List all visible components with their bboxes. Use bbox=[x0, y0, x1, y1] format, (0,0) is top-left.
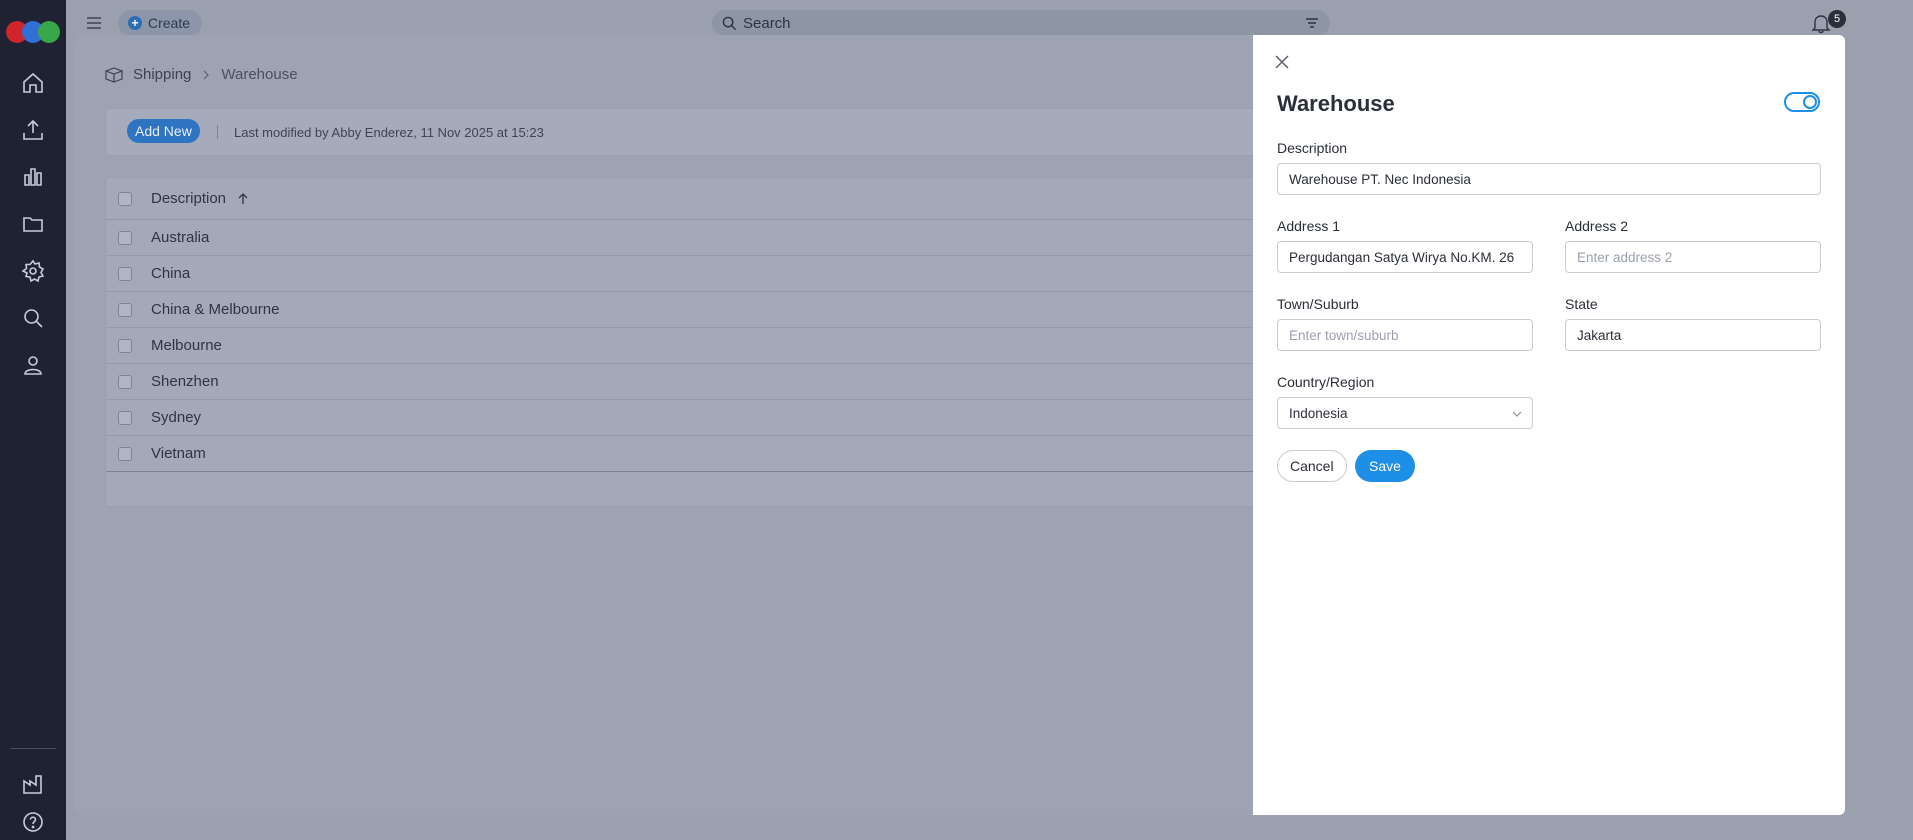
folder-icon[interactable] bbox=[19, 210, 47, 238]
dialog-title: Warehouse bbox=[1277, 91, 1395, 116]
search-input[interactable]: Search bbox=[712, 10, 1330, 36]
country-label: Country/Region bbox=[1277, 374, 1375, 390]
warehouse-table: Description Australia China China & Melb… bbox=[105, 177, 1335, 507]
description-field[interactable] bbox=[1277, 163, 1821, 195]
address1-field[interactable] bbox=[1277, 241, 1533, 273]
box-icon bbox=[105, 66, 123, 83]
app-logo[interactable] bbox=[6, 21, 60, 43]
breadcrumb-parent[interactable]: Shipping bbox=[133, 66, 191, 83]
gear-icon[interactable] bbox=[19, 257, 47, 285]
toolbar-divider bbox=[217, 125, 218, 139]
row-checkbox[interactable] bbox=[118, 230, 132, 245]
address2-field[interactable] bbox=[1565, 241, 1821, 273]
row-description: China bbox=[151, 265, 191, 282]
breadcrumb-current: Warehouse bbox=[221, 66, 298, 83]
address2-label: Address 2 bbox=[1565, 218, 1629, 234]
table-row[interactable]: Shenzhen bbox=[106, 364, 1334, 400]
nav-divider bbox=[10, 748, 56, 749]
filter-icon[interactable] bbox=[1304, 15, 1320, 31]
home-icon[interactable] bbox=[19, 69, 47, 97]
state-field[interactable] bbox=[1565, 319, 1821, 351]
description-label: Description bbox=[1277, 140, 1348, 156]
notification-badge: 5 bbox=[1828, 10, 1846, 28]
add-new-button[interactable]: Add New bbox=[127, 119, 200, 143]
upload-icon[interactable] bbox=[19, 116, 47, 144]
row-checkbox[interactable] bbox=[118, 374, 132, 389]
row-description: Sydney bbox=[151, 409, 202, 426]
search-placeholder: Search bbox=[743, 14, 791, 32]
state-label: State bbox=[1565, 296, 1598, 312]
search-icon[interactable] bbox=[19, 304, 47, 332]
chart-icon[interactable] bbox=[19, 163, 47, 191]
warehouse-dialog: Warehouse Description Address 1 Address … bbox=[1253, 35, 1845, 815]
help-icon[interactable] bbox=[19, 808, 47, 836]
row-description: Melbourne bbox=[151, 337, 222, 354]
breadcrumb: Shipping Warehouse bbox=[105, 66, 298, 83]
create-button[interactable]: + Create bbox=[118, 10, 203, 36]
row-checkbox[interactable] bbox=[118, 266, 132, 281]
cancel-button[interactable]: Cancel bbox=[1277, 450, 1347, 482]
address1-label: Address 1 bbox=[1277, 218, 1341, 234]
row-description: Australia bbox=[151, 229, 210, 246]
row-checkbox[interactable] bbox=[118, 410, 132, 425]
menu-icon[interactable] bbox=[84, 13, 104, 33]
create-label: Create bbox=[148, 15, 191, 31]
active-toggle[interactable] bbox=[1784, 92, 1820, 112]
chevron-right-icon bbox=[203, 70, 210, 79]
search-icon bbox=[722, 16, 737, 30]
table-header: Description bbox=[106, 178, 1334, 220]
table-row[interactable]: Sydney bbox=[106, 400, 1334, 436]
plus-icon: + bbox=[128, 16, 142, 30]
table-row[interactable]: Australia bbox=[106, 220, 1334, 256]
sort-ascending-icon[interactable] bbox=[236, 192, 250, 206]
table-row[interactable]: China & Melbourne bbox=[106, 292, 1334, 328]
row-checkbox[interactable] bbox=[118, 446, 132, 461]
row-checkbox[interactable] bbox=[118, 338, 132, 353]
close-icon[interactable] bbox=[1273, 53, 1291, 71]
row-description: Shenzhen bbox=[151, 373, 219, 390]
select-all-checkbox[interactable] bbox=[118, 191, 132, 206]
table-row[interactable]: Vietnam bbox=[106, 436, 1334, 472]
toolbar: Add New Last modified by Abby Enderez, 1… bbox=[105, 108, 1335, 156]
toggle-knob bbox=[1803, 95, 1817, 109]
town-field[interactable] bbox=[1277, 319, 1533, 351]
row-checkbox[interactable] bbox=[118, 302, 132, 317]
row-description: Vietnam bbox=[151, 445, 206, 462]
user-icon[interactable] bbox=[19, 351, 47, 379]
town-label: Town/Suburb bbox=[1277, 296, 1359, 312]
factory-icon[interactable] bbox=[19, 770, 47, 798]
save-button[interactable]: Save bbox=[1355, 450, 1415, 482]
row-description: China & Melbourne bbox=[151, 301, 280, 318]
last-modified-text: Last modified by Abby Enderez, 11 Nov 20… bbox=[234, 125, 544, 140]
column-header-description[interactable]: Description bbox=[151, 190, 226, 207]
table-row[interactable]: Melbourne bbox=[106, 328, 1334, 364]
chevron-down-icon bbox=[1512, 411, 1522, 417]
country-select[interactable]: Indonesia bbox=[1277, 397, 1533, 429]
table-row[interactable]: China bbox=[106, 256, 1334, 292]
left-nav bbox=[0, 0, 66, 840]
country-value: Indonesia bbox=[1289, 405, 1348, 421]
